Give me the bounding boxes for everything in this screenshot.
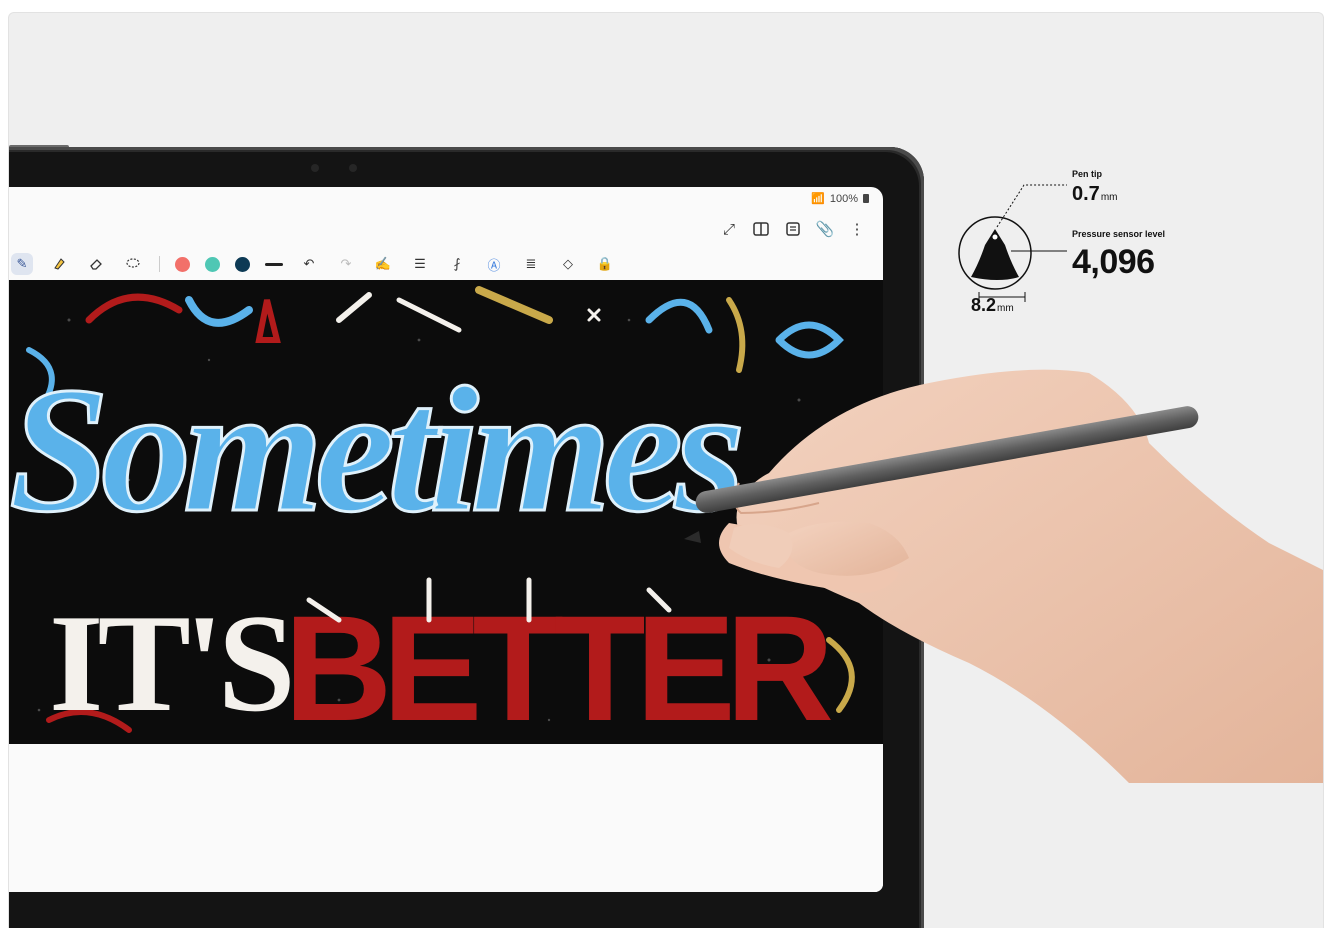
stroke-thickness-icon[interactable] — [265, 262, 283, 266]
notes-top-toolbar: ⤢ 📎 ⋮ — [719, 219, 867, 239]
pressure-sensor-label: Pressure sensor level — [1072, 229, 1166, 239]
undo-icon[interactable]: ↶ — [298, 253, 320, 275]
pen-width-number: 8.2 — [971, 295, 997, 315]
pen-icon[interactable]: ✎ — [11, 253, 33, 275]
battery-percentage: 100% — [829, 192, 858, 205]
front-camera-icon — [311, 164, 319, 172]
notes-icon[interactable] — [783, 219, 803, 239]
artwork-word-its: IT'S — [49, 586, 290, 741]
pen-tip-unit: mm — [1100, 192, 1118, 203]
expand-icon[interactable]: ⤢ — [719, 219, 739, 239]
product-hero-image: 📶 100% ⤢ 📎 ⋮ ✎ ↶ ↷ ✍ ☰ ⨏ Ⓐ ≣ ◇ 🔒 Sometim… — [8, 12, 1324, 928]
pen-tip-label: Pen tip — [1072, 169, 1103, 179]
shape-pen-icon[interactable]: ✍ — [372, 253, 394, 275]
handwriting-to-text-icon[interactable]: ⨏ — [446, 253, 468, 275]
pen-width-unit: mm — [997, 303, 1014, 314]
pressure-sensor-value: 4,096 — [1072, 243, 1155, 281]
pen-spec-callout: Pen tip 0.7mm Pressure sensor level 4,09… — [949, 163, 1289, 333]
attach-icon[interactable]: 📎 — [815, 219, 835, 239]
artwork-word-sometimes: Sometimes — [9, 350, 740, 549]
color-swatch-navy[interactable] — [235, 256, 250, 272]
status-bar: 📶 100% — [811, 192, 869, 205]
text-align-icon[interactable]: ☰ — [409, 253, 431, 275]
hand-with-pen — [669, 343, 1323, 788]
pen-tip-number: 0.7 — [1072, 183, 1100, 205]
lasso-icon[interactable] — [122, 253, 144, 275]
highlighter-icon[interactable] — [48, 253, 70, 275]
shapes-icon[interactable]: ◇ — [557, 253, 579, 275]
wifi-icon: 📶 — [811, 193, 825, 205]
color-swatch-coral[interactable] — [175, 256, 190, 272]
book-view-icon[interactable] — [751, 219, 771, 239]
toolbar-divider — [159, 256, 160, 272]
redo-icon[interactable]: ↷ — [335, 253, 357, 275]
text-style-icon[interactable]: Ⓐ — [483, 253, 505, 275]
pen-tip-value: 0.7mm — [1072, 183, 1117, 206]
battery-icon — [863, 194, 869, 203]
pen-width-value: 8.2mm — [971, 295, 1014, 316]
text-box-icon[interactable]: ≣ — [520, 253, 542, 275]
eraser-icon[interactable] — [85, 253, 107, 275]
sensor-icon — [349, 164, 357, 172]
color-swatch-teal[interactable] — [205, 256, 220, 272]
more-options-icon[interactable]: ⋮ — [847, 219, 867, 239]
lock-icon[interactable]: 🔒 — [594, 253, 616, 275]
drawing-toolbar: ✎ ↶ ↷ ✍ ☰ ⨏ Ⓐ ≣ ◇ 🔒 — [9, 251, 616, 277]
